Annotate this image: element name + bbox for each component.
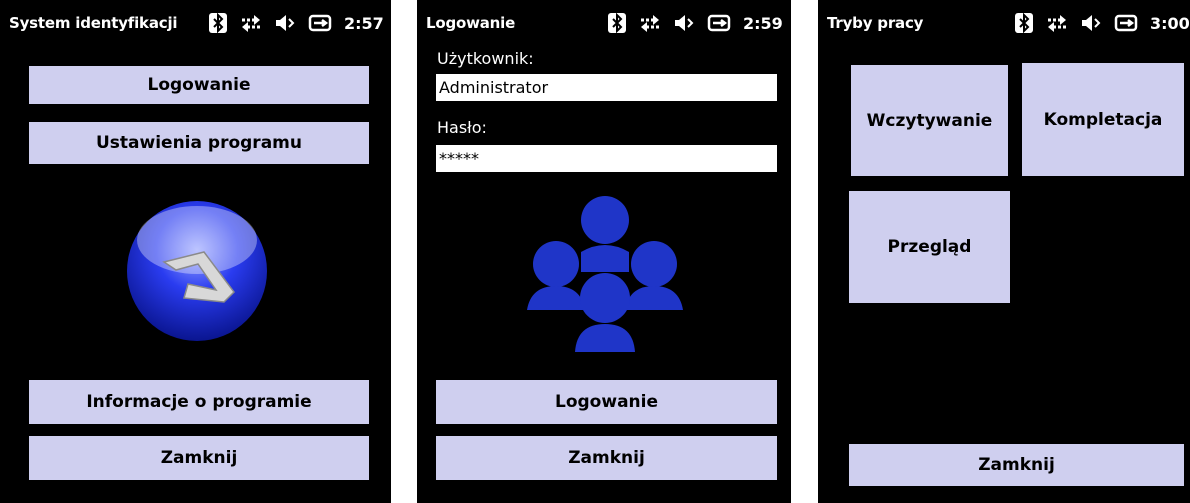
window-title: System identyfikacji (9, 14, 178, 32)
sync-arrows-icon[interactable] (240, 12, 262, 34)
login-button[interactable]: Logowanie (29, 66, 369, 104)
password-field[interactable] (436, 145, 777, 172)
username-field[interactable] (436, 74, 777, 101)
battery-charging-icon[interactable] (308, 12, 332, 34)
sync-arrows-icon[interactable] (1046, 12, 1068, 34)
status-icons: 2:57 (208, 10, 384, 36)
status-icons: 2:59 (607, 10, 783, 36)
status-bar: Logowanie 2:59 (417, 0, 791, 44)
clock: 3:00 (1150, 13, 1190, 33)
work-modes-screen: Tryby pracy 3:00 Wczytywanie Kompletacja… (818, 0, 1190, 503)
password-label: Hasło: (437, 118, 487, 137)
status-bar: Tryby pracy 3:00 (818, 0, 1190, 44)
tile-wczytywanie[interactable]: Wczytywanie (851, 65, 1008, 176)
main-menu-screen: System identyfikacji 2:57 Logowanie Usta… (0, 0, 391, 503)
clock: 2:57 (344, 13, 384, 33)
tile-kompletacja[interactable]: Kompletacja (1022, 63, 1184, 176)
window-title: Logowanie (426, 14, 516, 32)
login-screen: Logowanie 2:59 Użytkownik: Hasło: (417, 0, 791, 503)
bluetooth-icon[interactable] (607, 12, 627, 34)
close-button[interactable]: Zamknij (29, 436, 369, 480)
username-label: Użytkownik: (437, 49, 534, 68)
clock: 2:59 (743, 13, 783, 33)
info-button[interactable]: Informacje o programie (29, 380, 369, 424)
close-button[interactable]: Zamknij (436, 436, 777, 480)
bluetooth-icon[interactable] (208, 12, 228, 34)
sync-arrows-icon[interactable] (639, 12, 661, 34)
app-logo-icon (126, 200, 268, 342)
window-title: Tryby pracy (827, 14, 924, 32)
tile-przeglad[interactable]: Przegląd (849, 191, 1010, 303)
settings-button[interactable]: Ustawienia programu (29, 122, 369, 164)
bluetooth-icon[interactable] (1014, 12, 1034, 34)
speaker-muted-icon[interactable] (1080, 12, 1102, 34)
users-group-icon (523, 190, 683, 356)
status-icons: 3:00 (1014, 10, 1190, 36)
close-button[interactable]: Zamknij (849, 444, 1184, 486)
status-bar: System identyfikacji 2:57 (0, 0, 391, 44)
login-button[interactable]: Logowanie (436, 380, 777, 424)
speaker-muted-icon[interactable] (274, 12, 296, 34)
speaker-muted-icon[interactable] (673, 12, 695, 34)
battery-charging-icon[interactable] (1114, 12, 1138, 34)
battery-charging-icon[interactable] (707, 12, 731, 34)
